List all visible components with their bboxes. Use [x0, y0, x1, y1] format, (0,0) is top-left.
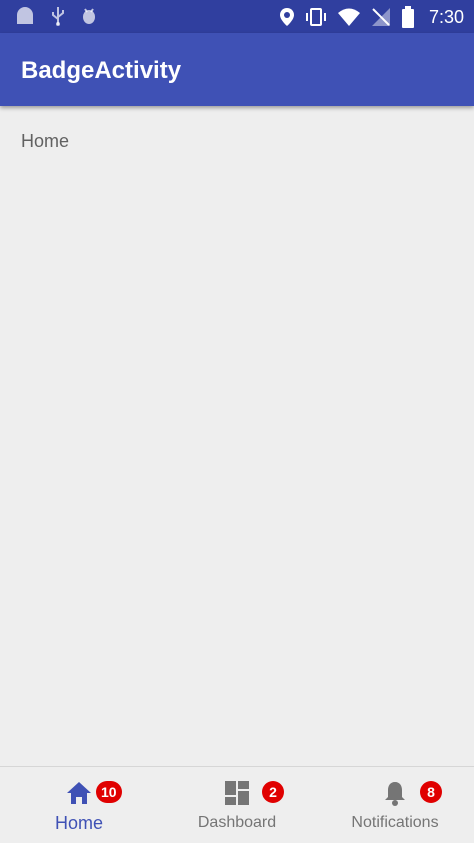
wifi-icon	[337, 7, 361, 27]
android-icon	[14, 6, 36, 26]
home-badge: 10	[96, 781, 122, 803]
usb-icon	[50, 6, 66, 26]
app-bar: BadgeActivity	[0, 33, 474, 106]
status-bar: 7:30	[0, 0, 474, 33]
dashboard-badge: 2	[262, 781, 284, 803]
nav-label-dashboard: Dashboard	[197, 814, 277, 831]
bug-icon	[80, 6, 98, 26]
location-icon	[279, 7, 295, 27]
content-area: Home	[0, 106, 474, 766]
nav-label-home: Home	[54, 813, 103, 833]
vibrate-icon	[305, 7, 327, 27]
battery-icon	[401, 6, 415, 28]
content-text: Home	[21, 131, 70, 151]
page-title: BadgeActivity	[21, 57, 182, 84]
bottom-navigation: 10 Home 2 Dashboard 8 Notifications	[0, 766, 474, 843]
nav-item-notifications[interactable]: 8 Notifications	[316, 767, 474, 843]
dashboard-icon	[223, 779, 251, 807]
notifications-badge: 8	[420, 781, 442, 803]
nav-item-home[interactable]: 10 Home	[0, 767, 158, 843]
bell-icon	[381, 779, 409, 807]
nav-item-dashboard[interactable]: 2 Dashboard	[158, 767, 316, 843]
home-icon	[65, 779, 93, 807]
nav-label-notifications: Notifications	[351, 814, 439, 831]
status-time: 7:30	[428, 7, 464, 27]
no-signal-icon	[371, 7, 391, 27]
